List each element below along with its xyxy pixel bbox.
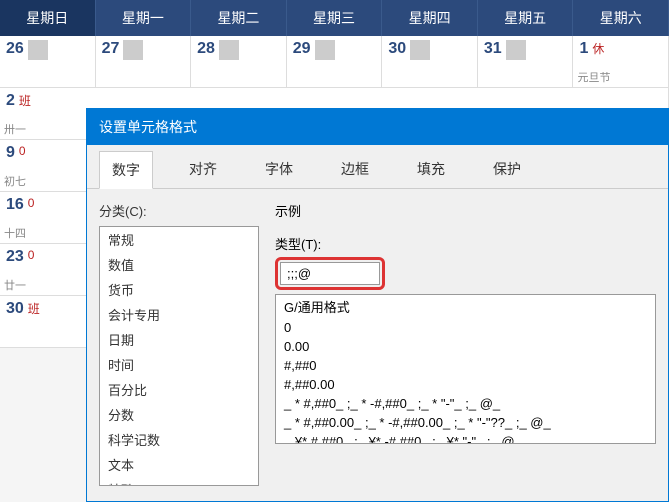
event-tag: 0 xyxy=(28,248,35,291)
day-number: 30 xyxy=(6,300,24,343)
event-box xyxy=(315,40,335,60)
list-item[interactable]: 货币 xyxy=(100,277,258,302)
calendar-row: 26 27 28 29 30 31 1休元旦节 xyxy=(0,36,669,88)
day-number: 30 xyxy=(388,40,406,83)
lunar-label: 卅一 xyxy=(4,121,26,137)
list-item[interactable]: _ ¥* #,##0_ ;_ ¥* -#,##0_ ;_ ¥* "-"_ ;_ … xyxy=(276,432,655,444)
event-box xyxy=(28,40,48,60)
calendar-cell[interactable]: 31 xyxy=(478,36,574,87)
list-item[interactable]: 数值 xyxy=(100,252,258,277)
list-item[interactable]: _ * #,##0.00_ ;_ * -#,##0.00_ ;_ * "-"??… xyxy=(276,413,655,432)
event-box xyxy=(219,40,239,60)
event-box xyxy=(410,40,430,60)
list-item[interactable]: 常规 xyxy=(100,227,258,252)
weekday-header: 星期六 xyxy=(573,0,669,36)
format-cells-dialog: 设置单元格格式 数字 对齐 字体 边框 填充 保护 分类(C): 常规 数值 货… xyxy=(86,108,669,502)
tab-fill[interactable]: 填充 xyxy=(405,151,457,188)
tab-font[interactable]: 字体 xyxy=(253,151,305,188)
format-listbox[interactable]: G/通用格式 0 0.00 #,##0 #,##0.00 _ * #,##0_ … xyxy=(275,294,656,444)
list-item[interactable]: G/通用格式 xyxy=(276,295,655,318)
list-item[interactable]: 科学记数 xyxy=(100,427,258,452)
category-label: 分类(C): xyxy=(99,201,259,220)
list-item[interactable]: 0 xyxy=(276,318,655,337)
calendar-header: 星期日 星期一 星期二 星期三 星期四 星期五 星期六 xyxy=(0,0,669,36)
weekday-header: 星期四 xyxy=(382,0,478,36)
event-box xyxy=(123,40,143,60)
list-item[interactable]: 时间 xyxy=(100,352,258,377)
list-item[interactable]: 日期 xyxy=(100,327,258,352)
tab-number[interactable]: 数字 xyxy=(99,151,153,189)
calendar-cell[interactable]: 28 xyxy=(191,36,287,87)
list-item[interactable]: 百分比 xyxy=(100,377,258,402)
list-item[interactable]: 会计专用 xyxy=(100,302,258,327)
event-box xyxy=(506,40,526,60)
list-item[interactable]: #,##0 xyxy=(276,356,655,375)
day-number: 27 xyxy=(102,40,120,83)
example-label: 示例 xyxy=(275,201,656,220)
lunar-label: 廿一 xyxy=(4,277,26,293)
calendar-cell[interactable]: 29 xyxy=(287,36,383,87)
list-item[interactable]: #,##0.00 xyxy=(276,375,655,394)
day-number: 29 xyxy=(293,40,311,83)
dialog-body: 分类(C): 常规 数值 货币 会计专用 日期 时间 百分比 分数 科学记数 文… xyxy=(87,189,668,498)
day-number: 31 xyxy=(484,40,502,83)
list-item[interactable]: 特殊 xyxy=(100,477,258,486)
lunar-label: 十四 xyxy=(4,225,26,241)
calendar-cell[interactable]: 27 xyxy=(96,36,192,87)
day-number: 28 xyxy=(197,40,215,83)
category-label-text: 分类(C): xyxy=(99,204,147,219)
lunar-label: 初七 xyxy=(4,173,26,189)
lunar-label: 元旦节 xyxy=(577,69,610,85)
weekday-header: 星期二 xyxy=(191,0,287,36)
weekday-header: 星期日 xyxy=(0,0,96,36)
day-number: 26 xyxy=(6,40,24,83)
tab-protection[interactable]: 保护 xyxy=(481,151,533,188)
category-listbox[interactable]: 常规 数值 货币 会计专用 日期 时间 百分比 分数 科学记数 文本 特殊 自定… xyxy=(99,226,259,486)
tab-alignment[interactable]: 对齐 xyxy=(177,151,229,188)
list-item[interactable]: _ * #,##0_ ;_ * -#,##0_ ;_ * "-"_ ;_ @_ xyxy=(276,394,655,413)
type-label-text: 类型(T): xyxy=(275,237,321,252)
type-label: 类型(T): xyxy=(275,234,656,253)
calendar-cell[interactable]: 26 xyxy=(0,36,96,87)
list-item[interactable]: 文本 xyxy=(100,452,258,477)
list-item[interactable]: 0.00 xyxy=(276,337,655,356)
work-tag: 班 xyxy=(28,300,40,343)
list-item[interactable]: 分数 xyxy=(100,402,258,427)
format-detail-panel: 示例 类型(T): G/通用格式 0 0.00 #,##0 #,##0.00 _… xyxy=(275,201,656,486)
weekday-header: 星期三 xyxy=(287,0,383,36)
dialog-title: 设置单元格格式 xyxy=(87,109,668,145)
weekday-header: 星期一 xyxy=(96,0,192,36)
calendar-cell[interactable]: 1休元旦节 xyxy=(573,36,669,87)
category-panel: 分类(C): 常规 数值 货币 会计专用 日期 时间 百分比 分数 科学记数 文… xyxy=(99,201,259,486)
calendar-cell[interactable]: 30 xyxy=(382,36,478,87)
type-input[interactable] xyxy=(280,262,380,285)
event-tag: 0 xyxy=(28,196,35,239)
weekday-header: 星期五 xyxy=(478,0,574,36)
type-input-highlight xyxy=(275,257,385,290)
tab-border[interactable]: 边框 xyxy=(329,151,381,188)
dialog-tabs: 数字 对齐 字体 边框 填充 保护 xyxy=(87,145,668,189)
